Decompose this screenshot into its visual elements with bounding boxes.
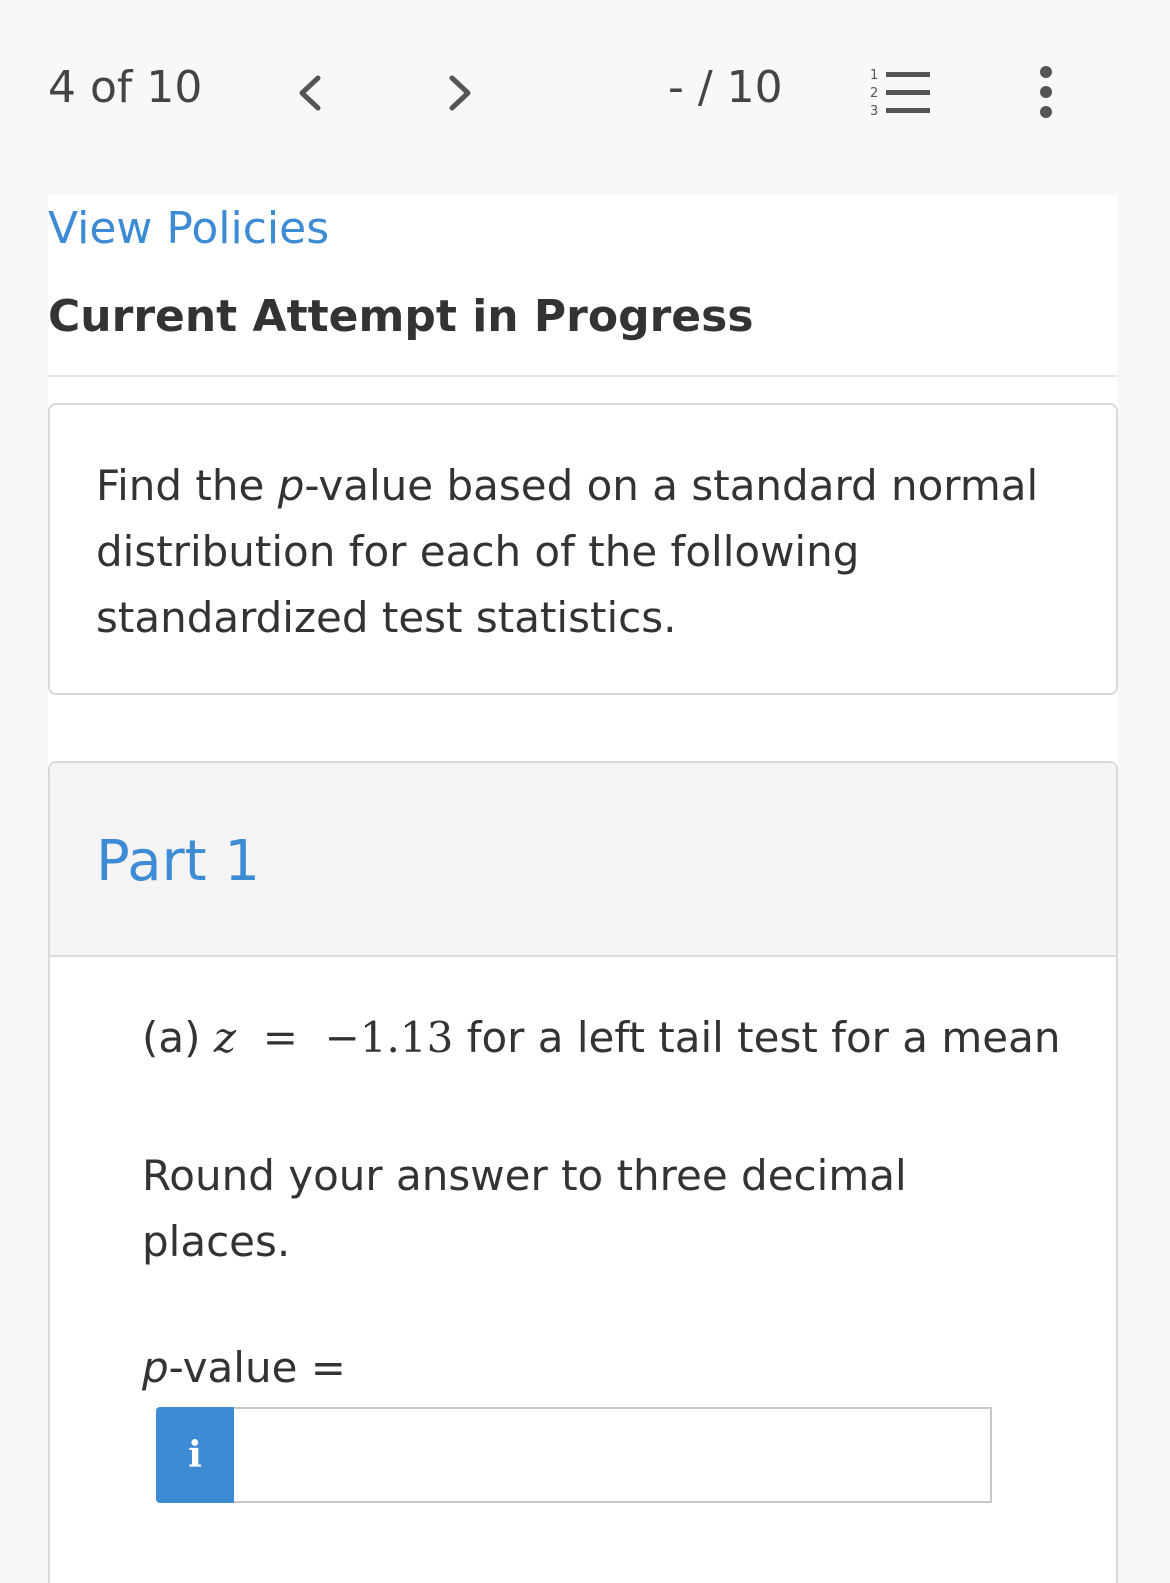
assignment-content: View Policies Current Attempt in Progres… [48, 195, 1118, 1583]
question-text-content: Find the p-value based on a standard nor… [96, 461, 1039, 642]
pvalue-label: p-value = [142, 1343, 346, 1392]
chevron-right-icon [449, 75, 471, 111]
divider [48, 375, 1118, 377]
part-title: Part 1 [96, 829, 260, 894]
question-counter: 4 of 10 [48, 62, 203, 113]
rounding-instruction: Round your answer to three decimal place… [142, 1151, 907, 1266]
svg-text:3: 3 [870, 104, 878, 118]
equals-sign: = [262, 1013, 298, 1062]
z-equation: z = −1.13 [214, 1013, 467, 1062]
next-question-button[interactable] [440, 68, 480, 118]
numbered-list-icon: 1 2 3 [870, 68, 930, 119]
pvalue-answer-input[interactable] [234, 1407, 992, 1503]
attempt-heading: Current Attempt in Progress [48, 291, 754, 342]
top-bar: 4 of 10 - / 10 1 2 3 [0, 0, 1170, 190]
part-1-panel: Part 1 (a) z = −1.13 for a left tail tes… [48, 761, 1118, 1583]
z-value: −1.13 [324, 1013, 454, 1062]
part-header: Part 1 [50, 763, 1116, 957]
svg-text:2: 2 [870, 86, 878, 101]
question-box: Find the p-value based on a standard nor… [48, 403, 1118, 695]
z-variable: z [213, 1013, 237, 1062]
prompt-suffix: for a left tail test for a mean [466, 1013, 1061, 1062]
chevron-left-icon [299, 75, 321, 111]
part-prompt: (a) z = −1.13 for a left tail test for a… [142, 1013, 1060, 1062]
score-display: - / 10 [668, 62, 783, 113]
more-vertical-icon [1040, 66, 1052, 118]
previous-question-button[interactable] [290, 68, 330, 118]
question-text: Find the p-value based on a standard nor… [96, 453, 1056, 651]
info-icon[interactable]: i [156, 1407, 234, 1503]
svg-text:1: 1 [870, 68, 878, 83]
view-policies-link[interactable]: View Policies [48, 203, 329, 254]
answer-field-group: i [156, 1407, 994, 1503]
question-list-button[interactable]: 1 2 3 [868, 66, 932, 119]
more-options-button[interactable] [1030, 64, 1062, 120]
part-label: (a) [142, 1013, 201, 1062]
